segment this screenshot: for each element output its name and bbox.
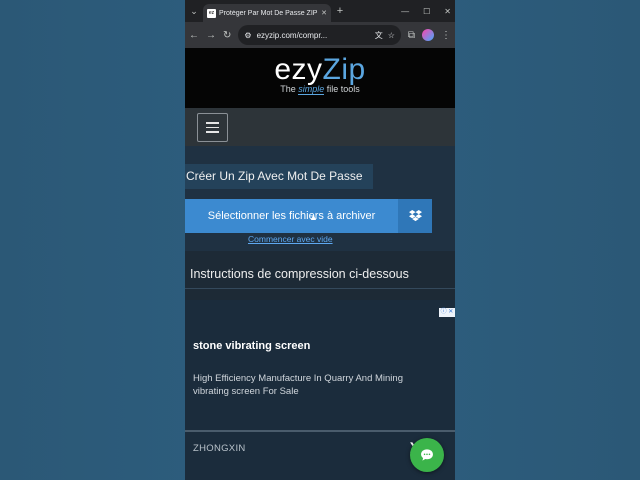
- translate-icon[interactable]: 文: [375, 30, 383, 41]
- close-window-icon[interactable]: ✕: [444, 7, 451, 16]
- ad-brand[interactable]: ZHONGXIN: [193, 443, 246, 454]
- instructions-heading: Instructions de compression ci-dessous: [185, 251, 455, 289]
- reload-icon[interactable]: ↻: [223, 30, 231, 41]
- profile-avatar[interactable]: [422, 29, 434, 41]
- tab-close-icon[interactable]: ✕: [321, 9, 327, 17]
- chat-button[interactable]: [410, 438, 444, 472]
- dropbox-icon: [408, 210, 422, 222]
- ad-description[interactable]: High Efficiency Manufacture In Quarry An…: [193, 372, 433, 398]
- logo-ezy: ezy: [274, 53, 323, 86]
- navigation-bar: ← → ↻ ⚙ ezyzip.com/compr... 文 ☆ ⧉ ⋮: [185, 22, 455, 48]
- url-text: ezyzip.com/compr...: [256, 30, 328, 40]
- extensions-icon[interactable]: ⧉: [408, 30, 415, 41]
- menu-kebab-icon[interactable]: ⋮: [441, 30, 451, 41]
- mouse-cursor-icon: ▲: [309, 212, 318, 222]
- select-files-button[interactable]: Sélectionner les fichiers à archiver: [185, 199, 398, 233]
- ezyzip-logo[interactable]: ezyZip: [185, 54, 455, 86]
- logo-zip: Zip: [322, 53, 366, 86]
- ad-title[interactable]: stone vibrating screen: [193, 340, 310, 352]
- new-tab-button[interactable]: +: [331, 5, 349, 17]
- tab-bar: ⌄ ez Protéger Par Mot De Passe ZIP ✕ + —…: [185, 0, 455, 22]
- forward-icon[interactable]: →: [206, 30, 216, 41]
- site-header: ezyZip The simple file tools: [185, 48, 455, 108]
- browser-window: ⌄ ez Protéger Par Mot De Passe ZIP ✕ + —…: [185, 0, 455, 480]
- tagline-simple: simple: [298, 84, 325, 95]
- start-empty-link[interactable]: Commencer avec vide: [248, 234, 333, 244]
- dropbox-button[interactable]: [398, 199, 432, 233]
- tagline-post: file tools: [324, 84, 360, 94]
- bookmark-star-icon[interactable]: ☆: [388, 31, 395, 40]
- site-settings-icon[interactable]: ⚙: [244, 31, 251, 40]
- hamburger-menu-icon[interactable]: [197, 113, 228, 142]
- ad-choices-icon[interactable]: ⓘ ✕: [439, 308, 455, 317]
- address-bar[interactable]: ⚙ ezyzip.com/compr... 文 ☆: [238, 25, 401, 45]
- tab-active[interactable]: ez Protéger Par Mot De Passe ZIP ✕: [203, 4, 331, 22]
- site-menubar: [185, 108, 455, 146]
- tab-search-icon[interactable]: ⌄: [185, 6, 203, 17]
- tab-title: Protéger Par Mot De Passe ZIP: [219, 9, 318, 17]
- tagline-pre: The: [280, 84, 299, 94]
- page-title: Créer Un Zip Avec Mot De Passe: [185, 164, 373, 189]
- tagline: The simple file tools: [185, 84, 455, 95]
- tool-panel: Créer Un Zip Avec Mot De Passe Sélection…: [185, 146, 455, 251]
- chat-bubble-icon: [421, 449, 433, 461]
- favicon-icon: ez: [207, 8, 216, 18]
- back-icon[interactable]: ←: [189, 30, 199, 41]
- maximize-icon[interactable]: ☐: [423, 7, 430, 16]
- minimize-icon[interactable]: —: [401, 7, 409, 16]
